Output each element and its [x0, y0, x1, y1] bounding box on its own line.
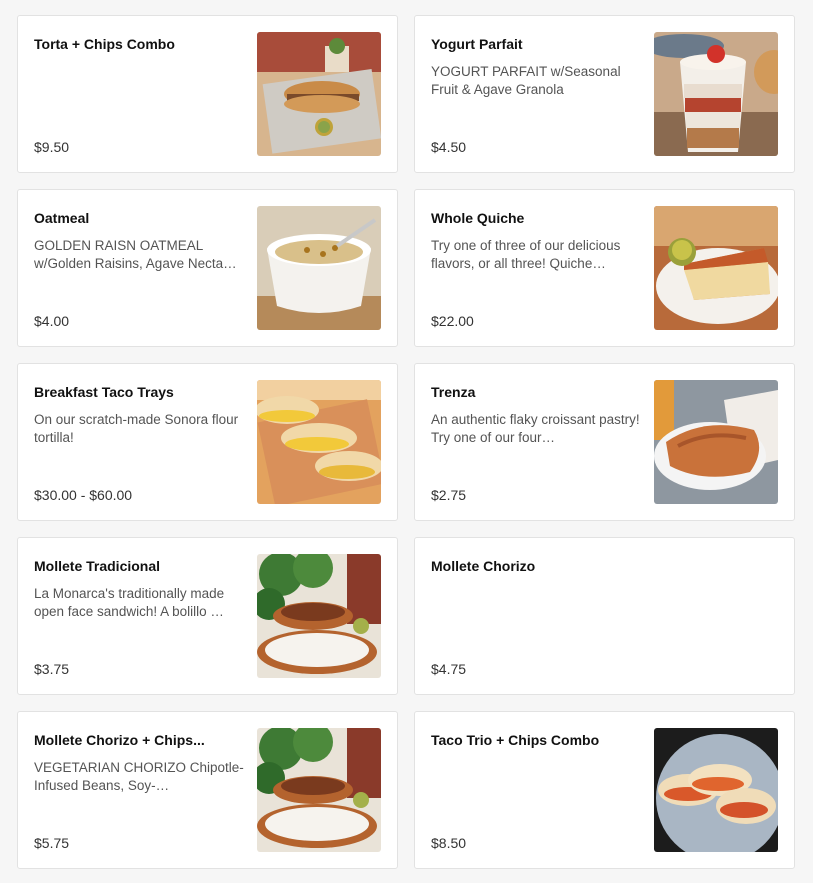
item-price: $4.75 [431, 661, 467, 677]
menu-item-card-mollete-tradicional[interactable]: Mollete Tradicional La Monarca's traditi… [17, 537, 398, 695]
breakfast-taco-photo [257, 380, 381, 504]
item-description: An authentic flaky croissant pastry! Try… [431, 412, 640, 445]
mollete-photo [257, 554, 381, 678]
taco-trio-photo [654, 728, 778, 852]
item-price: $4.00 [34, 313, 70, 329]
item-name: Mollete Chorizo + Chips... [34, 732, 205, 748]
item-price: $22.00 [431, 313, 474, 329]
item-price: $2.75 [431, 487, 467, 503]
item-name: Oatmeal [34, 210, 90, 226]
item-name: Mollete Chorizo [431, 558, 536, 574]
menu-item-card-mollete-chorizo[interactable]: Mollete Chorizo $4.75 [414, 537, 795, 695]
item-description: Try one of three of our delicious flavor… [431, 238, 621, 271]
item-name: Breakfast Taco Trays [34, 384, 174, 400]
parfait-photo [654, 32, 778, 156]
torta-photo [257, 32, 381, 156]
menu-page: { "items": [ {"name": "Torta + Chips Com… [0, 0, 813, 883]
item-name: Yogurt Parfait [431, 36, 523, 52]
item-description: VEGETARIAN CHORIZO Chipotle-Infused Bean… [34, 760, 244, 793]
item-price: $4.50 [431, 139, 467, 155]
menu-item-card-taco-trio-chips-combo[interactable]: Taco Trio + Chips Combo $8.50 [414, 711, 795, 869]
menu-item-card-oatmeal[interactable]: Oatmeal GOLDEN RAISN OATMEAL w/Golden Ra… [17, 189, 398, 347]
item-description: YOGURT PARFAIT w/Seasonal Fruit & Agave … [431, 64, 621, 97]
menu-item-card-mollete-chorizo-chips[interactable]: Mollete Chorizo + Chips... VEGETARIAN CH… [17, 711, 398, 869]
menu-item-card-trenza[interactable]: Trenza An authentic flaky croissant past… [414, 363, 795, 521]
item-name: Torta + Chips Combo [34, 36, 175, 52]
item-price: $9.50 [34, 139, 70, 155]
menu-item-card-yogurt-parfait[interactable]: Yogurt Parfait YOGURT PARFAIT w/Seasonal… [414, 15, 795, 173]
menu-item-card-torta-chips-combo[interactable]: Torta + Chips Combo $9.50 [17, 15, 398, 173]
menu-item-card-whole-quiche[interactable]: Whole Quiche Try one of three of our del… [414, 189, 795, 347]
item-name: Trenza [431, 384, 476, 400]
mollete-photo [257, 728, 381, 852]
item-price: $8.50 [431, 835, 467, 851]
trenza-photo [654, 380, 778, 504]
item-description: La Monarca's traditionally made open fac… [34, 586, 225, 619]
quiche-photo [654, 206, 778, 330]
item-name: Mollete Tradicional [34, 558, 161, 574]
item-description: GOLDEN RAISN OATMEAL w/Golden Raisins, A… [34, 238, 237, 271]
item-price: $5.75 [34, 835, 70, 851]
item-price: $30.00 - $60.00 [34, 487, 133, 503]
item-name: Taco Trio + Chips Combo [431, 732, 600, 748]
oatmeal-photo [257, 206, 381, 330]
item-price: $3.75 [34, 661, 70, 677]
item-name: Whole Quiche [431, 210, 525, 226]
item-description: On our scratch-made Sonora flour tortill… [34, 412, 239, 445]
menu-item-card-breakfast-taco-trays[interactable]: Breakfast Taco Trays On our scratch-made… [17, 363, 398, 521]
